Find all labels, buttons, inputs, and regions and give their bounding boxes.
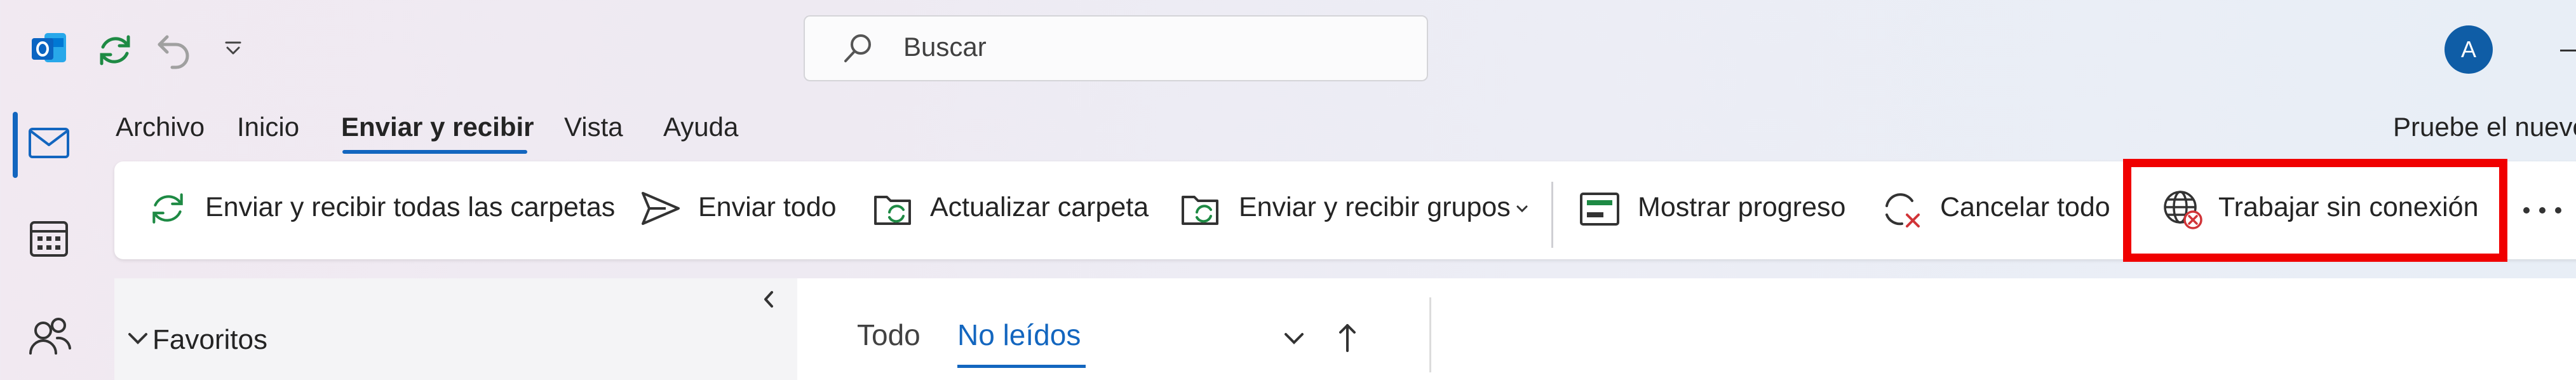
chevron-down-icon[interactable] — [127, 332, 149, 346]
show-progress-button[interactable]: Mostrar progreso — [1638, 192, 1845, 223]
people-icon[interactable] — [28, 314, 72, 358]
ribbon-separator — [1551, 182, 1553, 248]
sync-icon — [147, 188, 188, 229]
folder-sync-icon — [1180, 188, 1222, 230]
try-new-outlook-toggle[interactable]: Pruebe el nuevo — [2393, 112, 2576, 142]
cancel-sync-icon — [1880, 188, 1922, 230]
tab-archivo[interactable]: Archivo — [116, 112, 205, 142]
update-folder-button[interactable]: Actualizar carpeta — [930, 192, 1149, 223]
progress-icon — [1579, 192, 1620, 226]
search-input[interactable]: Buscar — [903, 32, 987, 62]
highlight-box — [2123, 159, 2507, 262]
customize-toolbar-icon[interactable] — [224, 41, 243, 57]
search-box[interactable] — [804, 15, 1428, 81]
pane-divider — [1429, 297, 1431, 372]
outlook-logo-icon — [30, 29, 69, 67]
sort-arrow-up-icon[interactable] — [1338, 322, 1357, 353]
cancel-all-button[interactable]: Cancelar todo — [1940, 192, 2110, 223]
calendar-icon[interactable] — [29, 219, 69, 258]
filter-unread[interactable]: No leídos — [957, 318, 1081, 352]
collapse-pane-icon[interactable] — [762, 290, 775, 309]
active-tab-indicator — [342, 150, 527, 154]
favorites-header[interactable]: Favoritos — [152, 324, 267, 356]
rail-selection-indicator — [13, 112, 18, 178]
tab-inicio[interactable]: Inicio — [237, 112, 299, 142]
sync-icon[interactable] — [95, 31, 135, 70]
send-receive-all-button[interactable]: Enviar y recibir todas las carpetas — [205, 192, 615, 223]
minimize-icon[interactable] — [2560, 50, 2576, 51]
tab-vista[interactable]: Vista — [564, 112, 623, 142]
send-icon — [640, 191, 681, 226]
more-options-icon[interactable] — [2522, 206, 2563, 215]
chevron-down-icon[interactable] — [1516, 205, 1528, 214]
send-receive-groups-button[interactable]: Enviar y recibir grupos — [1239, 192, 1511, 223]
filter-all[interactable]: Todo — [857, 318, 920, 352]
folder-sync-icon — [873, 188, 915, 230]
avatar[interactable]: A — [2445, 25, 2493, 74]
send-all-button[interactable]: Enviar todo — [698, 192, 837, 223]
mail-icon[interactable] — [28, 127, 70, 159]
undo-icon[interactable] — [154, 32, 192, 70]
search-icon — [842, 32, 875, 65]
tab-ayuda[interactable]: Ayuda — [663, 112, 738, 142]
active-filter-indicator — [957, 365, 1086, 368]
tab-enviar-y-recibir[interactable]: Enviar y recibir — [341, 112, 534, 142]
chevron-down-icon[interactable] — [1283, 332, 1305, 346]
